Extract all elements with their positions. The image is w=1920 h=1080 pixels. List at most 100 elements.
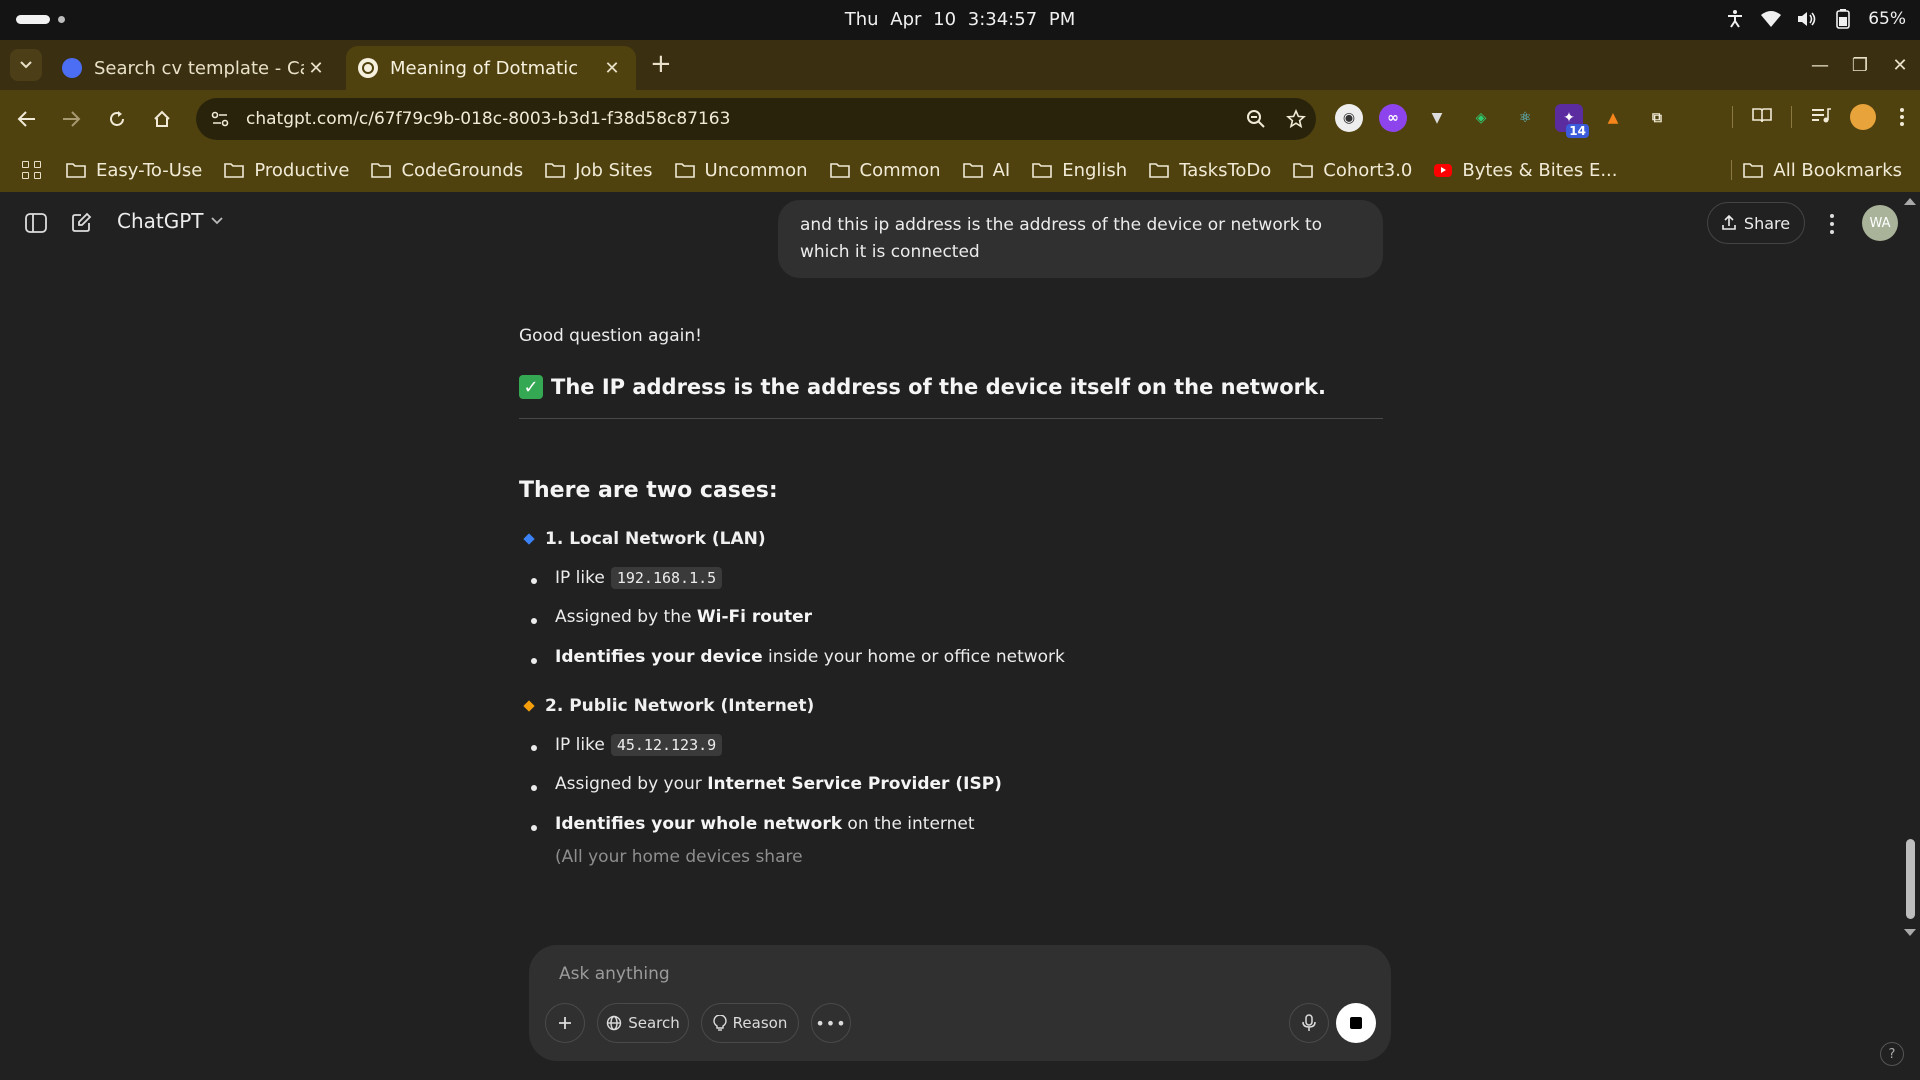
address-bar[interactable]: chatgpt.com/c/67f79c9b-018c-8003-b3d1-f3… (196, 98, 1316, 140)
scroll-up-arrow-icon[interactable] (1904, 198, 1916, 205)
bookmark-item[interactable]: Job Sites (545, 160, 653, 181)
message-composer: Search Reason ••• (529, 945, 1391, 1061)
media-queue-icon[interactable] (1810, 106, 1832, 128)
divider (519, 418, 1383, 419)
os-time: 3:34:57 PM (967, 9, 1076, 30)
stop-generating-button[interactable] (1336, 1003, 1376, 1043)
new-tab-button[interactable]: + (650, 51, 672, 77)
wizard-extension-icon[interactable]: ✦ 14 (1555, 104, 1589, 138)
ai-extension-icon[interactable]: ∞ (1379, 104, 1407, 132)
tab-search-button[interactable] (10, 49, 42, 81)
window-controls: — ❐ ✕ (1800, 40, 1920, 90)
os-clock[interactable]: Thu Apr 10 3:34:57 PM (0, 9, 1920, 30)
close-icon[interactable]: ✕ (304, 58, 328, 79)
eye-extension-icon[interactable]: ◈ (1467, 104, 1495, 132)
bookmark-item[interactable]: Bytes & Bites E... (1434, 160, 1617, 181)
bookmark-item[interactable]: CodeGrounds (371, 160, 523, 181)
site-info-icon[interactable] (208, 107, 232, 131)
sidebar-toggle-icon[interactable] (21, 208, 51, 238)
user-message-text: and this ip address is the address of th… (800, 215, 1323, 262)
bookmark-item[interactable]: TasksToDo (1149, 160, 1271, 181)
system-tray[interactable]: 65% (1724, 8, 1906, 30)
folder-icon (545, 163, 565, 178)
bookmark-label: Easy-To-Use (96, 159, 203, 181)
zoom-icon[interactable] (1236, 109, 1276, 129)
case-title: 1. Local Network (LAN) (545, 529, 766, 549)
metamask-icon[interactable]: ▲ (1599, 104, 1627, 132)
browser-toolbar: chatgpt.com/c/67f79c9b-018c-8003-b3d1-f3… (0, 90, 1920, 148)
extensions-puzzle-icon[interactable]: ⧉ (1643, 104, 1671, 132)
bookmark-label: Bytes & Bites E... (1462, 159, 1618, 181)
more-tools-button[interactable]: ••• (811, 1003, 851, 1043)
bookmark-item[interactable]: English (1032, 160, 1127, 181)
answer-intro: Good question again! (519, 326, 702, 346)
model-selector[interactable]: ChatGPT (117, 209, 224, 233)
close-window-icon[interactable]: ✕ (1880, 55, 1920, 76)
home-icon[interactable] (147, 104, 177, 134)
bullet-text: on the internet (847, 814, 975, 834)
folder-icon (66, 163, 86, 178)
inline-code: 192.168.1.5 (610, 567, 723, 589)
bookmark-item[interactable]: Productive (224, 160, 349, 181)
apps-grid-icon[interactable] (20, 158, 44, 182)
bookmark-item[interactable]: AI (962, 160, 1010, 181)
tab-chatgpt[interactable]: Meaning of Dotmatic ✕ (346, 46, 636, 90)
scroll-down-arrow-icon[interactable] (1904, 929, 1916, 936)
folder-icon (1293, 163, 1314, 178)
forward-arrow-icon[interactable] (56, 104, 86, 134)
minimize-icon[interactable]: — (1800, 55, 1840, 76)
all-bookmarks-folder[interactable]: All Bookmarks (1743, 148, 1902, 192)
chevron-down-icon (210, 217, 223, 225)
back-arrow-icon[interactable] (12, 104, 42, 134)
scrollbar-thumb[interactable] (1906, 839, 1915, 919)
pointer-extension-icon[interactable]: ▼ (1423, 104, 1451, 132)
list-item: Identifies your device inside your home … (531, 647, 1065, 667)
volume-icon[interactable] (1796, 8, 1818, 30)
prompt-input[interactable] (559, 959, 1339, 989)
bookmark-item[interactable]: Uncommon (674, 160, 808, 181)
browser-menu-icon[interactable] (1894, 108, 1910, 126)
case-title: 2. Public Network (Internet) (545, 696, 815, 716)
folder-icon (829, 163, 850, 178)
restore-icon[interactable]: ❐ (1840, 55, 1880, 76)
bullet-text: Assigned by your (555, 774, 702, 794)
bookmark-item[interactable]: Cohort3.0 (1293, 160, 1412, 181)
avatar-initials: WA (1869, 215, 1891, 231)
attach-button[interactable] (545, 1003, 585, 1043)
reason-label: Reason (732, 1014, 788, 1032)
folder-icon (371, 163, 392, 178)
reload-icon[interactable] (102, 104, 132, 134)
wifi-icon[interactable] (1760, 8, 1782, 30)
reason-button[interactable]: Reason (701, 1003, 799, 1043)
search-button[interactable]: Search (597, 1003, 689, 1043)
owl-extension-icon[interactable]: ◉ (1335, 104, 1363, 132)
bookmarks-bar: Easy-To-Use Productive CodeGrounds Job Site… (0, 148, 1920, 192)
share-button[interactable]: Share (1707, 202, 1805, 244)
close-icon[interactable]: ✕ (600, 58, 624, 79)
bookmark-item[interactable]: Common (829, 160, 941, 181)
battery-icon[interactable] (1832, 8, 1854, 30)
lightbulb-icon (712, 1015, 727, 1031)
bookmark-item[interactable]: Easy-To-Use (66, 160, 202, 181)
reading-mode-icon[interactable] (1751, 106, 1773, 128)
new-chat-icon[interactable] (66, 208, 96, 238)
url-text[interactable]: chatgpt.com/c/67f79c9b-018c-8003-b3d1-f3… (246, 109, 1236, 129)
bookmark-star-icon[interactable] (1276, 109, 1316, 129)
help-label: ? (1888, 1046, 1896, 1062)
share-label: Share (1743, 213, 1791, 233)
accessibility-icon[interactable] (1724, 8, 1746, 30)
user-avatar[interactable]: WA (1862, 205, 1898, 241)
bookmark-label: TasksToDo (1179, 159, 1272, 181)
bookmark-label: English (1062, 159, 1128, 181)
upload-icon (1722, 215, 1736, 230)
help-button[interactable]: ? (1880, 1042, 1904, 1066)
conversation-menu-icon[interactable] (1820, 210, 1844, 238)
profile-avatar[interactable] (1850, 104, 1876, 130)
react-devtools-icon[interactable]: ⚛ (1511, 104, 1539, 132)
microphone-icon (1302, 1014, 1316, 1031)
dictate-button[interactable] (1289, 1003, 1329, 1043)
tab-canva[interactable]: Search cv template - Can ✕ (50, 46, 340, 90)
list-item: IP like 45.12.123.9 (531, 734, 723, 756)
bookmark-label: Cohort3.0 (1323, 159, 1413, 181)
canva-favicon-icon (62, 58, 82, 78)
